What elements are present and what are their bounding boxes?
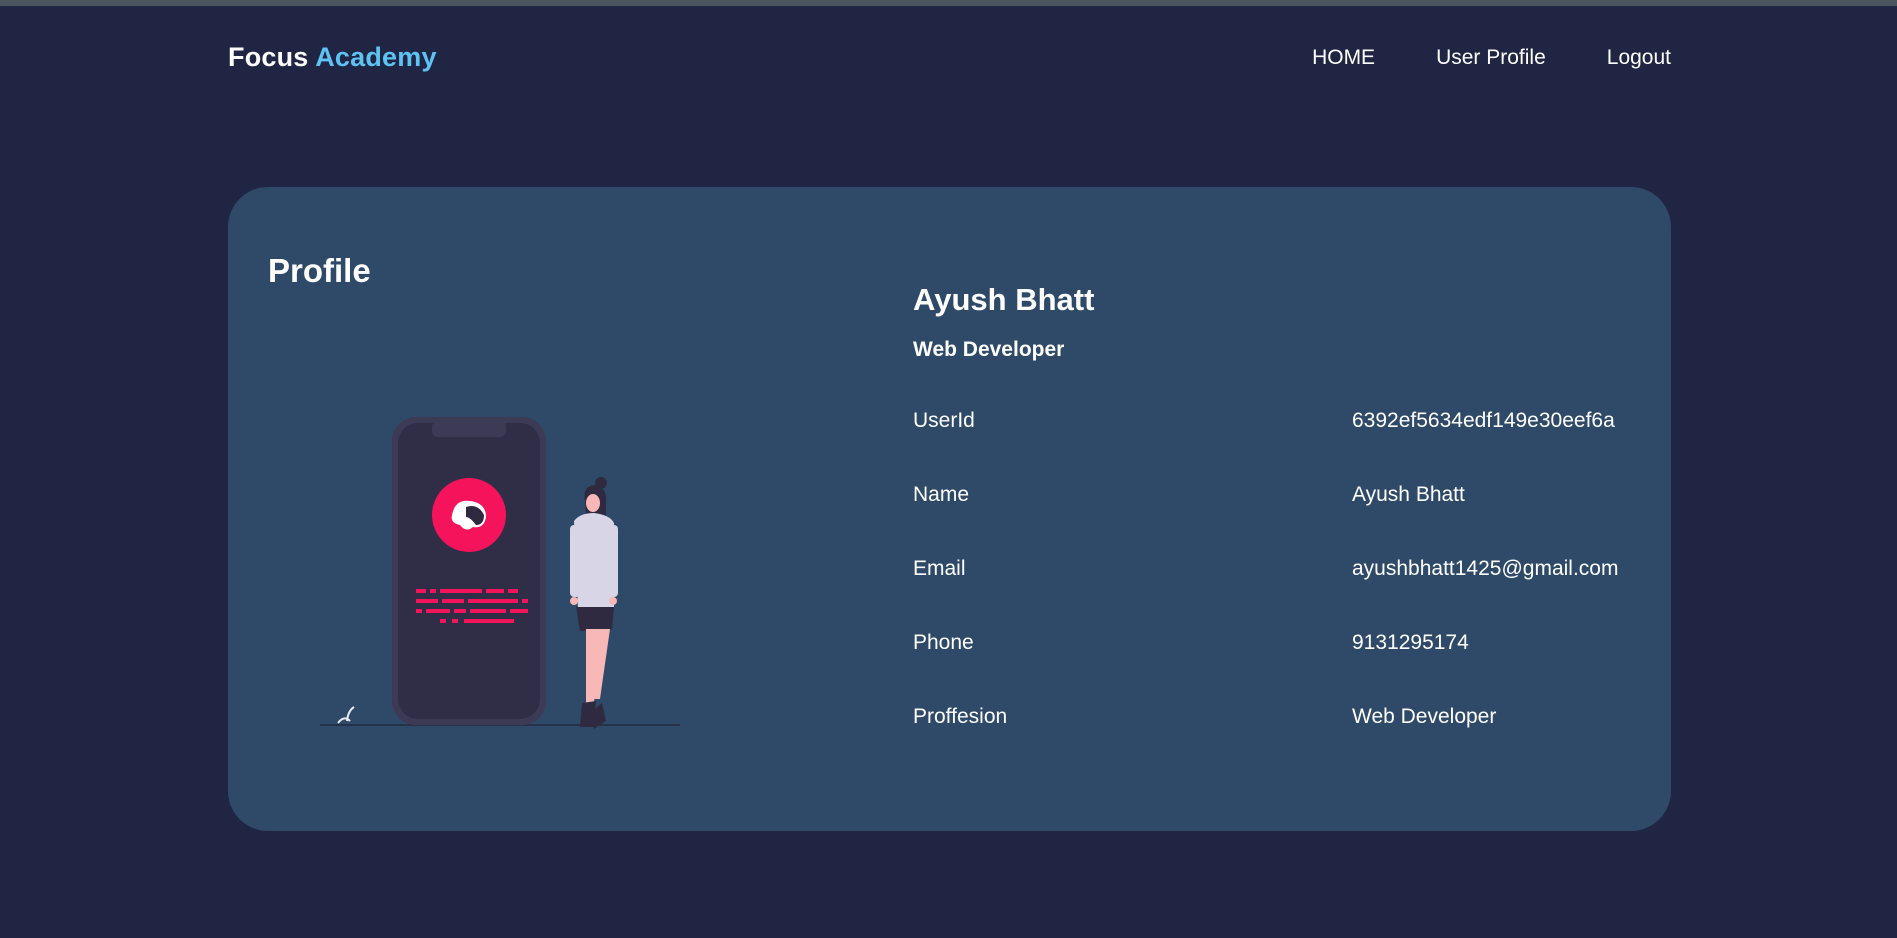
profile-name: Ayush Bhatt — [913, 282, 1095, 317]
page-title: Profile — [268, 252, 371, 289]
brand-logo[interactable]: Focus Academy — [228, 42, 437, 73]
phone-with-woman-illustration — [320, 417, 680, 729]
profile-card: Profile Ayush Bhatt Web Developer UserId… — [228, 187, 1671, 831]
detail-label: Name — [913, 483, 970, 506]
detail-row-name: Name Ayush Bhatt — [913, 483, 1653, 557]
detail-value: 9131295174 — [1352, 631, 1469, 654]
detail-row-profession: Proffesion Web Developer — [913, 705, 1653, 779]
detail-label: UserId — [913, 409, 975, 432]
nav-links: HOME User Profile Logout — [1312, 46, 1671, 70]
detail-label: Phone — [913, 631, 974, 654]
brand-second-word: Academy — [315, 42, 437, 72]
detail-value: 6392ef5634edf149e30eef6a — [1352, 409, 1615, 432]
detail-value: ayushbhatt1425@gmail.com — [1352, 557, 1619, 580]
profile-role: Web Developer — [913, 338, 1065, 361]
nav-link-user-profile[interactable]: User Profile — [1436, 46, 1546, 70]
nav-link-logout[interactable]: Logout — [1607, 46, 1671, 70]
brand-first-word: Focus — [228, 42, 309, 72]
detail-label: Email — [913, 557, 966, 580]
nav-link-home[interactable]: HOME — [1312, 46, 1375, 70]
detail-row-userid: UserId 6392ef5634edf149e30eef6a — [913, 409, 1653, 483]
detail-label: Proffesion — [913, 705, 1008, 728]
detail-value: Web Developer — [1352, 705, 1497, 728]
navbar: Focus Academy HOME User Profile Logout — [0, 6, 1897, 106]
profile-details: UserId 6392ef5634edf149e30eef6a Name Ayu… — [913, 409, 1653, 779]
detail-row-email: Email ayushbhatt1425@gmail.com — [913, 557, 1653, 631]
detail-value: Ayush Bhatt — [1352, 483, 1465, 506]
detail-row-phone: Phone 9131295174 — [913, 631, 1653, 705]
